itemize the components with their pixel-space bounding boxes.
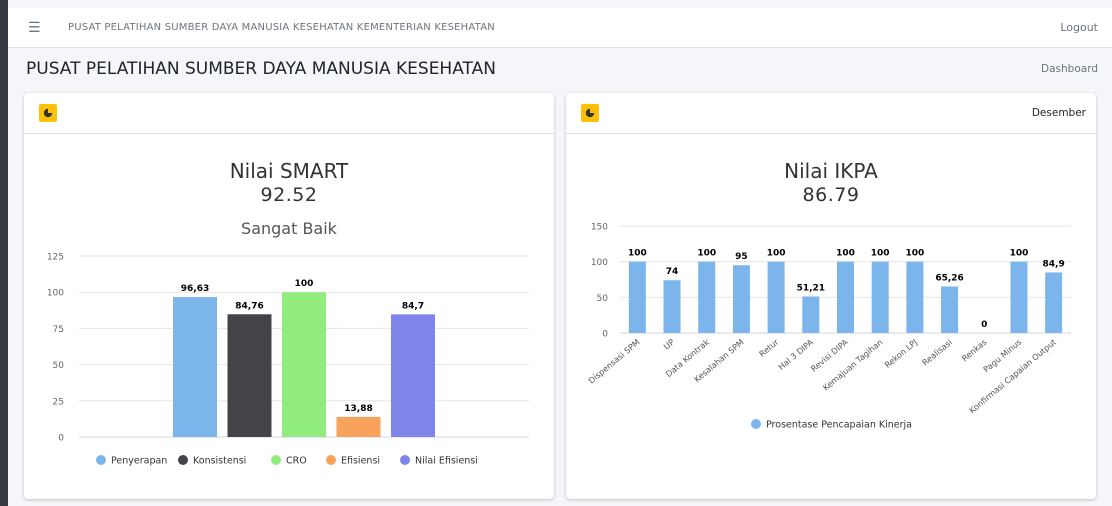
data-label: 100 [295,279,314,289]
y-tick-label: 25 [53,397,64,407]
data-label: 74 [666,267,679,277]
bar [732,265,750,333]
bar [391,314,435,437]
y-tick-label: 50 [597,294,609,304]
data-label: 100 [628,249,647,259]
smart-card-header [24,93,554,134]
data-label: 100 [1010,249,1029,259]
pie-chart-icon [39,104,57,122]
bar [871,261,889,333]
page-header: PUSAT PELATIHAN SUMBER DAYA MANUSIA KESE… [8,48,1112,90]
period-label: Desember [1031,107,1086,119]
ikpa-card-header: Desember [566,93,1096,134]
smart-value: 92.52 [260,184,318,206]
sidebar-edge [0,0,8,506]
data-label: 100 [836,249,855,259]
smart-card: Nilai SMART 92.52 Sangat Baik 0 25 50 75 100… [24,93,554,499]
top-navbar: ☰ PUSAT PELATIHAN SUMBER DAYA MANUSIA KE… [8,8,1112,48]
x-tick-label: Renkas [960,337,989,364]
data-label: 13,88 [344,404,372,414]
legend-item: Efisiensi [341,456,380,467]
bar [628,261,646,333]
x-tick-label: Retur [757,336,781,358]
smart-bar-chart: 0 25 50 75 100 125 96,63 84,76 100 13,88 84,7 Penye… [47,253,529,467]
breadcrumb-dashboard[interactable]: Dashboard [1041,63,1098,75]
bar [767,261,785,333]
legend-item: Penyerapan [111,456,167,467]
data-label: 100 [767,249,786,259]
logout-link[interactable]: Logout [1060,21,1098,34]
y-tick-label: 125 [47,253,64,263]
x-tick-label: Rekon LPJ [882,337,919,370]
legend-marker [271,455,281,465]
data-label: 84,7 [402,301,424,311]
y-tick-label: 0 [58,434,64,444]
hamburger-menu-icon[interactable]: ☰ [28,20,50,36]
bar [941,286,959,333]
ikpa-title: Nilai IKPA [784,159,878,183]
page-title: PUSAT PELATIHAN SUMBER DAYA MANUSIA KESE… [26,59,496,79]
data-label: 95 [735,252,748,262]
legend-marker [751,419,761,429]
bar [227,314,272,437]
data-label: 84,9 [1043,259,1065,269]
y-tick-label: 100 [47,289,64,299]
y-tick-label: 50 [53,361,65,371]
bar [336,416,381,437]
legend-item: Konsistensi [193,456,246,467]
legend-marker [96,455,106,465]
x-tick-label: Dispensasi SPM [586,337,641,386]
data-label: 96,63 [181,284,209,294]
x-tick-label: Kemajuan Tagihan [821,337,885,393]
data-label: 100 [697,249,716,259]
y-tick-label: 0 [602,330,608,340]
x-tick-label: Realisasi [920,337,954,368]
data-label: 100 [871,249,890,259]
pie-chart-icon [581,104,599,122]
data-label: 100 [905,249,924,259]
data-label: 84,76 [235,301,263,311]
bar [837,261,854,333]
y-tick-label: 75 [53,325,64,335]
ikpa-bar-chart: 050100150100Dispensasi SPM74UP100Data Ko… [586,223,1071,431]
bar [1045,272,1063,333]
y-tick-label: 100 [591,258,608,268]
y-tick-label: 150 [591,223,608,233]
smart-title: Nilai SMART [229,159,349,183]
bar [698,261,716,333]
data-label: 65,26 [935,273,963,283]
bar [906,261,924,333]
bar [1010,261,1028,333]
legend-marker [326,455,336,465]
ikpa-card: Desember Nilai IKPA 86.79 0 50 100 150 100 Di… [566,93,1096,499]
legend-item: Nilai Efisiensi [415,456,478,467]
x-tick-label: UP [662,337,677,352]
smart-grade: Sangat Baik [241,219,337,238]
legend-marker [400,455,410,465]
bar [282,292,326,437]
legend-item: Prosentase Pencapaian Kinerja [766,420,912,431]
ikpa-value: 86.79 [802,184,860,206]
legend-item: CRO [286,456,307,467]
bar [663,280,681,333]
bar [802,296,820,333]
data-label: 51,21 [797,283,825,293]
bar [173,297,217,437]
data-label: 0 [981,320,987,330]
navbar-title: PUSAT PELATIHAN SUMBER DAYA MANUSIA KESE… [68,22,495,33]
legend-marker [178,455,188,465]
